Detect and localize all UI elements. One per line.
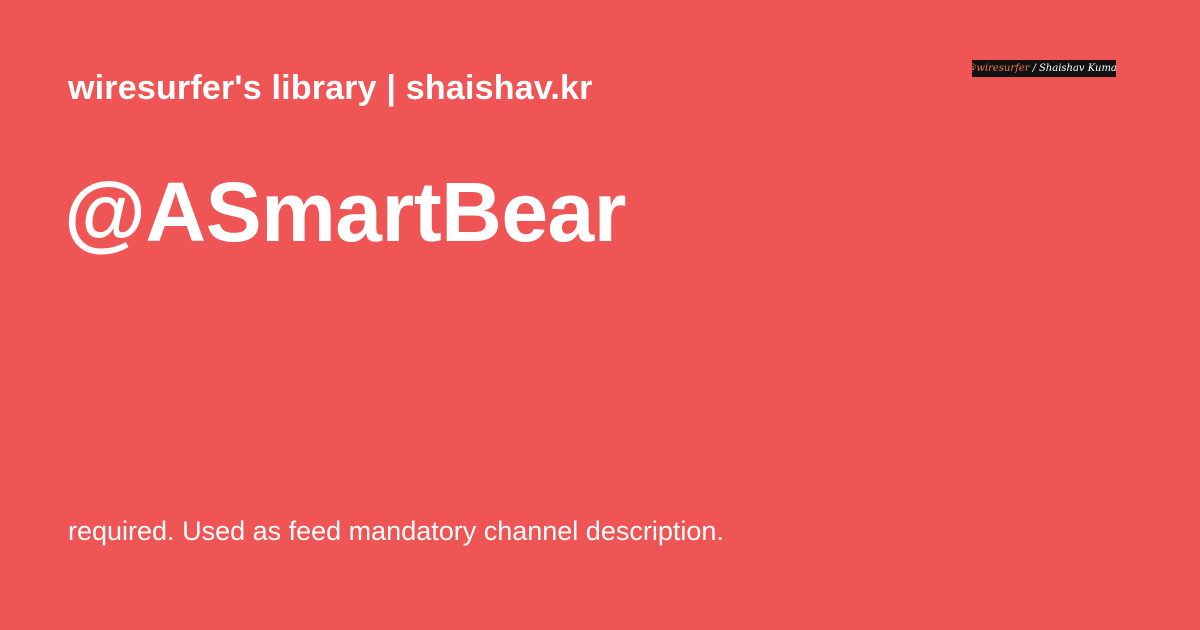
signature-author: Shaishav Kumar xyxy=(1038,63,1116,74)
signature-handle: @wiresurfer xyxy=(972,63,1030,74)
signature-separator: / xyxy=(1032,63,1036,74)
social-card: wiresurfer's library | shaishav.kr @wire… xyxy=(0,0,1200,630)
site-title: wiresurfer's library | shaishav.kr xyxy=(68,69,593,107)
author-signature-badge: @wiresurfer / Shaishav Kumar xyxy=(972,60,1116,77)
page-title: @ASmartBear xyxy=(64,165,626,259)
page-description: required. Used as feed mandatory channel… xyxy=(68,516,724,546)
